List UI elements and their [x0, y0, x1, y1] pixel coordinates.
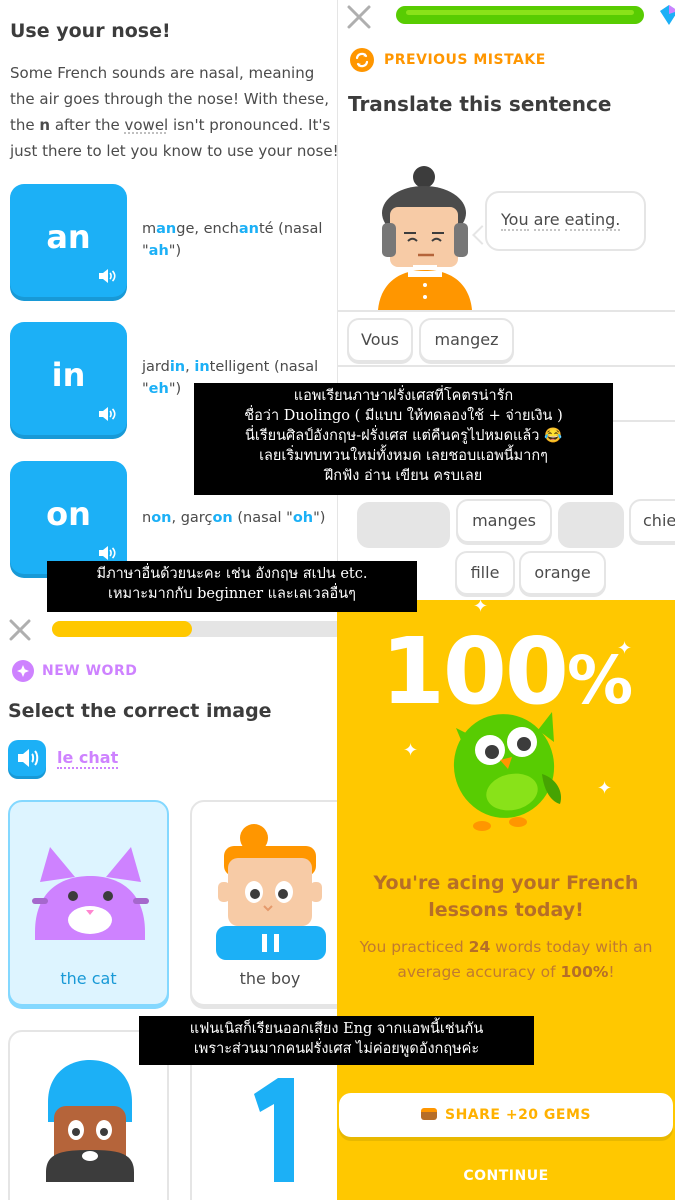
select-image-exercise-panel: NEW WORD Select the correct image le cha…	[0, 578, 337, 1200]
tip-title: Use your nose!	[10, 20, 171, 42]
play-audio-button[interactable]	[8, 740, 46, 776]
target-word[interactable]: le chat	[57, 748, 119, 769]
speaker-icon	[99, 269, 116, 283]
exercise-heading: Select the correct image	[8, 700, 272, 722]
word-bank-chip[interactable]: manges	[456, 499, 552, 543]
share-gems-button[interactable]: SHARE +20 GEMS	[339, 1093, 673, 1137]
previous-mistake-label: PREVIOUS MISTAKE	[384, 52, 546, 68]
option-card-boy[interactable]: the boy	[190, 800, 337, 1006]
completion-summary: You practiced 24 words today with an ave…	[359, 938, 653, 981]
speaker-icon	[99, 546, 116, 560]
lesson-progress-bar	[52, 621, 337, 637]
option-label: the cat	[60, 969, 117, 988]
speaker-icon	[99, 407, 116, 421]
completion-heading: You're acing your French lessons today!	[373, 872, 639, 921]
speech-bubble: You are eating.	[485, 191, 646, 251]
speaker-icon	[18, 749, 39, 767]
answer-line-top	[338, 310, 675, 312]
exercise-heading: Translate this sentence	[348, 92, 612, 116]
refresh-icon	[350, 48, 374, 72]
sound-example-on: non, garçon (nasal "oh")	[142, 510, 326, 526]
lesson-complete-panel: ✦ ✦ ✦ ✦ 100% You're acing your French le…	[337, 600, 675, 1200]
option-label: the boy	[239, 969, 301, 988]
option-card-cat[interactable]: the cat	[8, 800, 169, 1006]
chest-icon	[420, 1108, 437, 1120]
word-bank-chip[interactable]: chie	[629, 499, 675, 543]
sound-tile-in[interactable]: in	[10, 322, 127, 435]
answer-word-chip[interactable]: Vous	[347, 318, 413, 362]
caption-overlay-3: แฟนเนิสก็เรียนออกเสียง Eng จากแอพนี้เช่น…	[139, 1016, 534, 1065]
word-bank-slot-empty	[558, 502, 624, 546]
caption-overlay-1: แอพเรียนภาษาฝรั่งเศสที่โคตรน่ารัก ชื่อว่…	[194, 383, 613, 495]
caption-overlay-2: มีภาษาอื่นด้วยนะคะ เช่น อังกฤษ สเปน etc.…	[47, 561, 417, 612]
sound-tile-on[interactable]: on	[10, 461, 127, 574]
prompt-sentence[interactable]: You are eating.	[501, 210, 621, 231]
translate-exercise-panel: PREVIOUS MISTAKE Translate this sentence…	[337, 0, 675, 600]
lily-character-illustration	[378, 166, 472, 310]
word-bank-chip[interactable]: orange	[519, 551, 606, 595]
sound-example-an: mange, enchanté (nasal "ah")	[142, 221, 323, 259]
lesson-progress-bar	[396, 6, 644, 24]
sound-row-an: an mange, enchanté (nasal "ah")	[10, 184, 337, 300]
tip-description: Some French sounds are nasal, meaning th…	[10, 64, 337, 160]
word-bank-chip[interactable]: fille	[455, 551, 515, 595]
gem-icon	[660, 5, 675, 25]
duo-owl-illustration	[453, 712, 562, 831]
sound-tile-an[interactable]: an	[10, 184, 127, 297]
sparkle-icon: ✦	[473, 600, 489, 617]
sparkle-icon: ✦	[403, 740, 419, 761]
answer-line-mid	[338, 365, 675, 367]
word-bank-slot-empty	[357, 502, 450, 546]
sparkle-icon: ✦	[597, 778, 613, 799]
new-word-label: NEW WORD	[42, 663, 138, 679]
close-icon[interactable]	[346, 4, 372, 30]
new-word-icon	[12, 660, 34, 682]
answer-word-chip[interactable]: mangez	[419, 318, 514, 362]
close-icon[interactable]	[8, 618, 32, 642]
continue-button[interactable]: CONTINUE	[337, 1168, 675, 1184]
